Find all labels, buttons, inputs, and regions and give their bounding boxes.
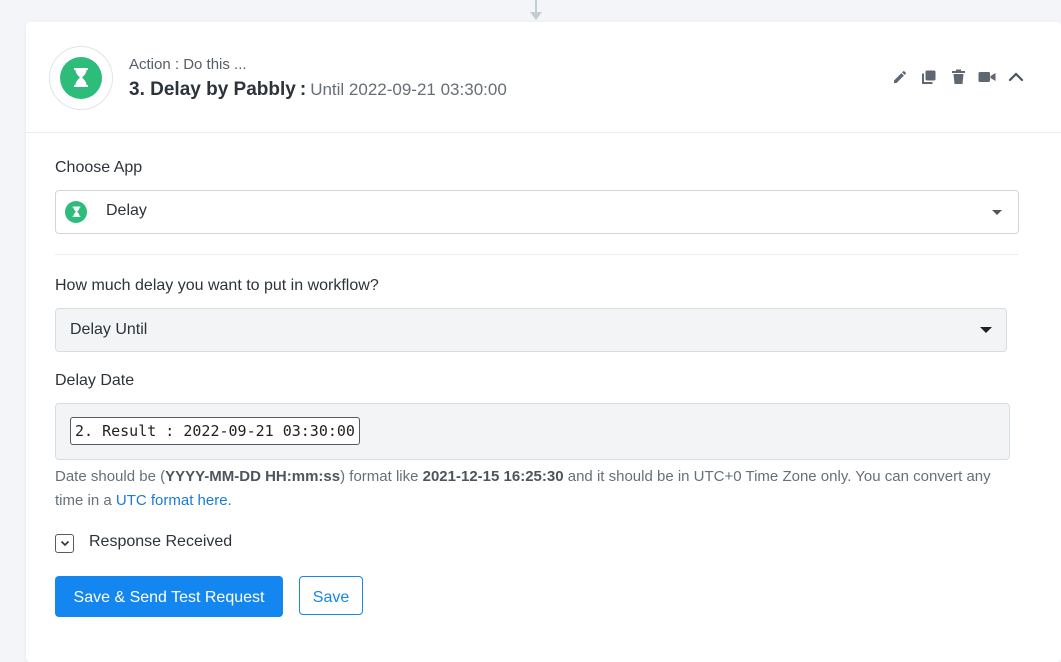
delay-type-select[interactable]: Delay Until <box>55 308 1007 352</box>
video-icon[interactable] <box>978 68 996 86</box>
choose-app-label: Choose App <box>55 159 143 176</box>
step-title-until: Until 2022-09-21 03:30:00 <box>310 80 507 99</box>
step-title-separator: : <box>299 79 307 100</box>
caret-down-icon <box>992 210 1002 215</box>
delay-date-field[interactable]: 2. Result : 2022-09-21 03:30:00 <box>55 403 1010 460</box>
step-subtitle: Action : Do this ... <box>129 56 247 73</box>
caret-down-icon <box>980 327 992 333</box>
app-logo-frame <box>49 46 113 110</box>
help-text-1: Date should be ( <box>55 468 166 485</box>
duplicate-icon[interactable] <box>920 68 938 86</box>
response-received-label: Response Received <box>89 533 233 550</box>
response-toggle[interactable] <box>55 534 74 553</box>
trash-icon[interactable] <box>949 68 967 86</box>
chevron-down-icon <box>60 540 69 547</box>
step-title-name: 3. Delay by Pabbly <box>129 79 296 100</box>
step-title: 3. Delay by Pabbly: Until 2022-09-21 03:3… <box>129 79 507 101</box>
mapped-field-token[interactable]: 2. Result : 2022-09-21 03:30:00 <box>70 417 360 445</box>
section-divider <box>55 254 1018 255</box>
help-example: 2021-12-15 16:25:30 <box>422 468 564 485</box>
choose-app-select[interactable]: Delay <box>55 190 1019 234</box>
help-text-2: ) format like <box>340 468 423 485</box>
action-step-card: Action : Do this ... 3. Delay by Pabbly:… <box>26 22 1061 662</box>
help-format: YYYY-MM-DD HH:mm:ss <box>165 468 341 485</box>
choose-app-value: Delay <box>106 202 147 219</box>
date-format-help: Date should be (YYYY-MM-DD HH:mm:ss) for… <box>55 465 1015 513</box>
chevron-up-icon[interactable] <box>1007 68 1025 86</box>
save-button[interactable]: Save <box>299 576 363 615</box>
delay-type-value: Delay Until <box>70 321 148 338</box>
utc-format-link[interactable]: UTC format here. <box>116 492 232 509</box>
step-actions <box>891 68 1025 86</box>
hourglass-icon <box>60 57 102 99</box>
step-header: Action : Do this ... 3. Delay by Pabbly:… <box>26 22 1061 133</box>
flow-connector-arrow <box>530 12 542 20</box>
delay-date-label: Delay Date <box>55 372 135 389</box>
pencil-icon[interactable] <box>891 68 909 86</box>
delay-type-label: How much delay you want to put in workfl… <box>55 277 379 294</box>
hourglass-icon <box>65 201 87 223</box>
save-and-send-test-button[interactable]: Save & Send Test Request <box>55 576 283 617</box>
